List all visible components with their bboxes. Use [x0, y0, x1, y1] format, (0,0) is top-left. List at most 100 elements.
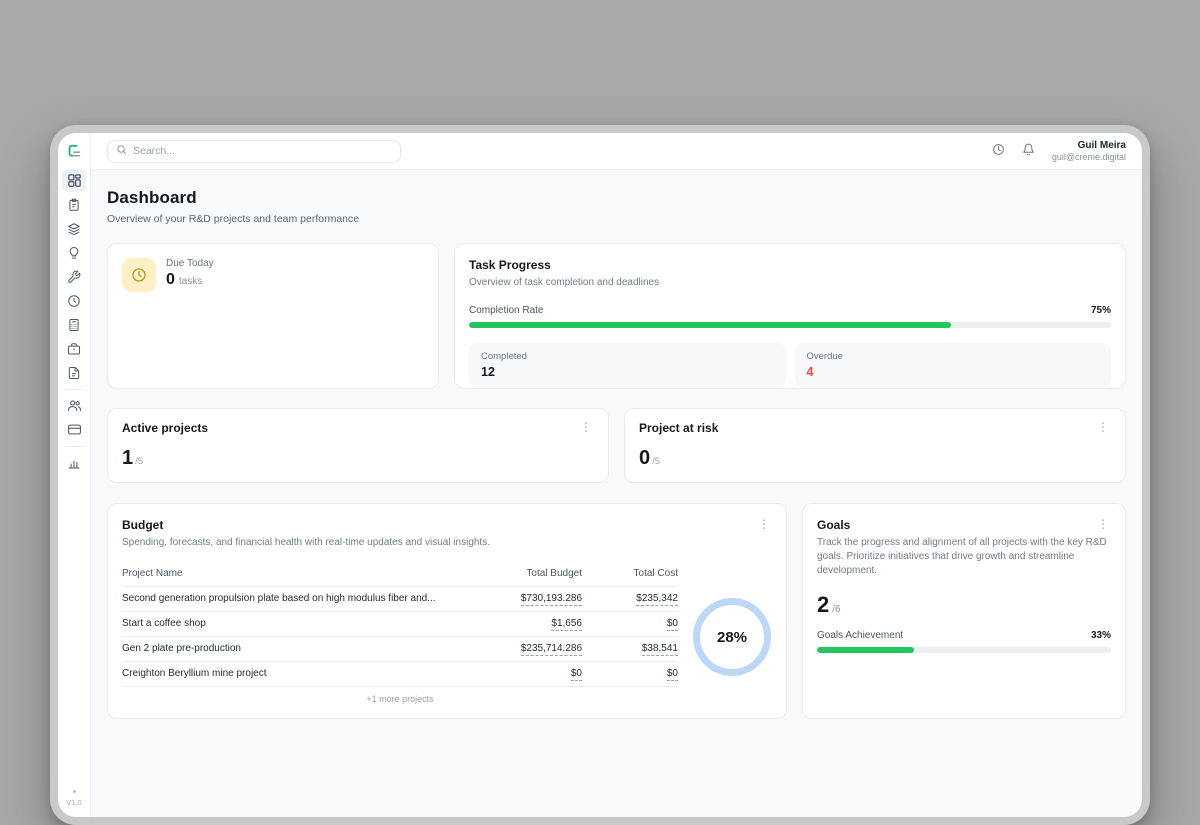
clock-icon	[992, 143, 1005, 159]
sidebar-item-ideas[interactable]	[62, 241, 86, 264]
total-cost-value[interactable]: $0	[667, 618, 678, 631]
creme-logo-icon[interactable]	[64, 141, 84, 161]
sidebar-item-billing[interactable]	[62, 418, 86, 441]
col-total-budget: Total Budget	[470, 562, 582, 587]
completed-stat: Completed 12	[469, 343, 786, 387]
table-row[interactable]: Creighton Beryllium mine project $0 $0	[122, 662, 678, 687]
col-total-cost: Total Cost	[582, 562, 678, 587]
topbar: Guil Meira guil@creme.digital	[91, 133, 1142, 170]
project-at-risk-card: Project at risk ⋮ 0 /5	[624, 408, 1126, 483]
history-clock-button[interactable]	[992, 143, 1005, 159]
project-name: Gen 2 plate pre-production	[122, 637, 470, 662]
table-row[interactable]: Gen 2 plate pre-production $235,714.286 …	[122, 637, 678, 662]
sidebar-item-budget[interactable]	[62, 313, 86, 336]
goals-total: /6	[832, 604, 840, 615]
sidebar-item-portfolio[interactable]	[62, 337, 86, 360]
search-box[interactable]	[107, 140, 401, 163]
due-today-card: Due Today 0 tasks	[107, 243, 439, 389]
active-projects-value: 1	[122, 447, 133, 470]
sidebar-divider	[65, 389, 84, 390]
completed-label: Completed	[481, 351, 774, 362]
kebab-menu-icon[interactable]: ⋮	[756, 518, 772, 530]
sidebar-item-analytics[interactable]	[62, 451, 86, 474]
project-name: Second generation propulsion plate based…	[122, 587, 470, 612]
goals-card: Goals ⋮ Track the progress and alignment…	[802, 503, 1126, 719]
col-project-name: Project Name	[122, 562, 470, 587]
budget-gauge: 28%	[693, 598, 771, 676]
dashboard-content: Dashboard Overview of your R&D projects …	[91, 170, 1142, 817]
page-subtitle: Overview of your R&D projects and team p…	[107, 213, 1126, 225]
sidebar-item-tasks[interactable]	[62, 193, 86, 216]
active-projects-card: Active projects ⋮ 1 /5	[107, 408, 609, 483]
row-budget-goals: Budget ⋮ Spending, forecasts, and financ…	[107, 503, 1126, 719]
total-budget-value[interactable]: $235,714.286	[521, 643, 582, 656]
bell-icon	[1022, 143, 1035, 159]
budget-title: Budget	[122, 518, 163, 532]
total-cost-value[interactable]: $38,541	[642, 643, 678, 656]
sidebar-item-projects[interactable]	[62, 217, 86, 240]
kebab-menu-icon[interactable]: ⋮	[1095, 518, 1111, 530]
user-menu[interactable]: Guil Meira guil@creme.digital	[1052, 139, 1126, 163]
kebab-menu-icon[interactable]: ⋮	[1095, 421, 1111, 433]
total-budget-value[interactable]: $1,656	[551, 618, 582, 631]
completion-rate-value: 75%	[1091, 305, 1111, 316]
bar-chart-icon	[67, 456, 81, 470]
completion-rate-label: Completion Rate	[469, 305, 543, 316]
search-input[interactable]	[133, 145, 392, 157]
task-progress-title: Task Progress	[469, 258, 1111, 272]
search-icon	[116, 142, 127, 160]
total-cost-value[interactable]: $235,342	[636, 593, 678, 606]
completion-progress-bar	[469, 322, 1111, 328]
layers-icon	[67, 222, 81, 236]
briefcase-icon	[67, 342, 81, 356]
project-name: Creighton Beryllium mine project	[122, 662, 470, 687]
app-window: V1.0 Guil Meira	[58, 133, 1142, 817]
task-progress-subtitle: Overview of task completion and deadline…	[469, 276, 1111, 290]
completed-value: 12	[481, 365, 774, 379]
table-row[interactable]: Second generation propulsion plate based…	[122, 587, 678, 612]
wrench-icon	[67, 270, 81, 284]
grid-icon	[67, 173, 82, 188]
task-progress-card: Task Progress Overview of task completio…	[454, 243, 1126, 389]
app-version: V1.0	[66, 798, 81, 807]
notifications-button[interactable]	[1022, 143, 1035, 159]
budget-card: Budget ⋮ Spending, forecasts, and financ…	[107, 503, 787, 719]
sidebar-item-time[interactable]	[62, 289, 86, 312]
status-dot	[73, 790, 76, 793]
due-today-clock-icon	[122, 258, 156, 292]
budget-subtitle: Spending, forecasts, and financial healt…	[122, 536, 772, 550]
clock-icon	[67, 294, 81, 308]
sidebar-item-team[interactable]	[62, 394, 86, 417]
sidebar-item-documents[interactable]	[62, 361, 86, 384]
budget-gauge-wrap: 28%	[692, 562, 772, 704]
sidebar-divider	[65, 446, 84, 447]
file-icon	[67, 366, 81, 380]
goals-achievement-label: Goals Achievement	[817, 630, 903, 641]
table-row[interactable]: Start a coffee shop $1,656 $0	[122, 612, 678, 637]
app-window-frame: V1.0 Guil Meira	[50, 125, 1150, 825]
project-at-risk-total: /5	[652, 456, 660, 467]
overdue-stat: Overdue 4	[795, 343, 1112, 387]
sidebar-item-dashboard[interactable]	[62, 169, 86, 192]
goals-achievement-value: 33%	[1091, 630, 1111, 641]
clipboard-icon	[67, 198, 81, 212]
sidebar: V1.0	[58, 133, 91, 817]
row-metrics: Active projects ⋮ 1 /5 Project at risk ⋮	[107, 408, 1126, 483]
total-budget-value[interactable]: $730,193.286	[521, 593, 582, 606]
goals-progress-fill	[817, 647, 914, 653]
budget-gauge-value: 28%	[717, 629, 747, 646]
users-icon	[67, 398, 82, 413]
topbar-actions: Guil Meira guil@creme.digital	[992, 139, 1126, 163]
kebab-menu-icon[interactable]: ⋮	[578, 421, 594, 433]
project-at-risk-title: Project at risk	[639, 421, 718, 435]
page-title: Dashboard	[107, 188, 1126, 208]
budget-table-header: Project Name Total Budget Total Cost	[122, 562, 678, 587]
completion-progress-fill	[469, 322, 951, 328]
due-today-value: 0	[166, 271, 175, 289]
project-at-risk-value: 0	[639, 447, 650, 470]
main-area: Guil Meira guil@creme.digital Dashboard …	[91, 133, 1142, 817]
due-today-unit: tasks	[179, 276, 202, 287]
more-projects-link[interactable]: +1 more projects	[122, 694, 678, 704]
project-name: Start a coffee shop	[122, 612, 470, 637]
sidebar-item-tools[interactable]	[62, 265, 86, 288]
